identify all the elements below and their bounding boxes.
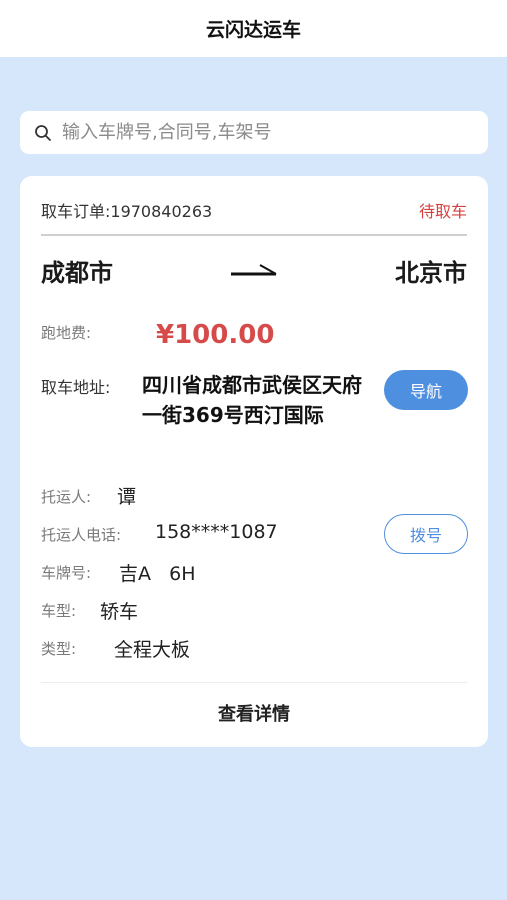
fee-value: ¥100.00 xyxy=(156,320,275,350)
order-number: 取车订单:1970840263 xyxy=(41,202,213,221)
shipper-label: 托运人: xyxy=(41,488,92,506)
app-title: 云闪达运车 xyxy=(205,19,301,41)
plate-value: 吉A 6H xyxy=(119,563,196,585)
search-bar[interactable] xyxy=(20,111,488,154)
dial-button[interactable]: 拨号 xyxy=(384,514,468,554)
shipper-phone-label: 托运人电话: xyxy=(41,526,122,544)
pickup-address-value: 四川省成都市武侯区天府一街369号西汀国际 xyxy=(142,373,362,427)
kind-label: 类型: xyxy=(41,640,77,658)
car-type-label: 车型: xyxy=(41,602,77,620)
shipper-value: 谭 xyxy=(117,486,137,508)
fee-label: 跑地费: xyxy=(41,324,92,342)
divider xyxy=(41,234,467,236)
destination-city: 北京市 xyxy=(395,258,467,287)
navigate-button[interactable]: 导航 xyxy=(384,370,468,410)
search-input[interactable] xyxy=(62,117,462,148)
pickup-address-label: 取车地址: xyxy=(41,378,111,397)
view-details-button[interactable]: 查看详情 xyxy=(20,688,488,738)
divider xyxy=(41,682,467,683)
car-type-value: 轿车 xyxy=(100,601,139,623)
order-status-badge: 待取车 xyxy=(418,202,467,221)
shipper-phone-value: 158****1087 xyxy=(155,521,278,543)
route: 成都市 北京市 xyxy=(41,254,467,287)
plate-label: 车牌号: xyxy=(41,564,92,582)
order-card: 取车订单:1970840263 待取车 成都市 北京市 跑地费: ¥100.00… xyxy=(20,176,488,747)
arrow-right-icon xyxy=(231,264,277,276)
search-icon xyxy=(35,124,51,141)
kind-value: 全程大板 xyxy=(114,639,191,661)
origin-city: 成都市 xyxy=(41,258,113,287)
app-header: 云闪达运车 xyxy=(0,0,507,57)
